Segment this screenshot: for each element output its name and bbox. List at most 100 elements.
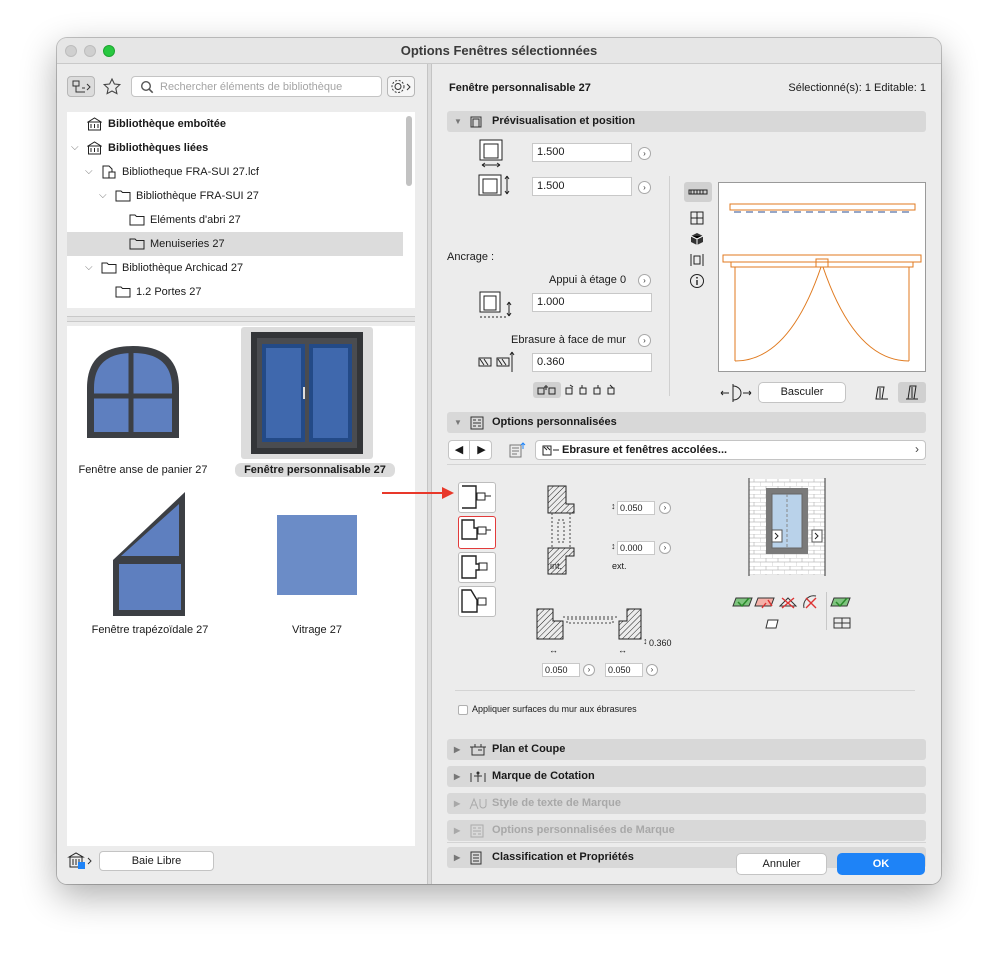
next-page-button[interactable]: ▶ (471, 441, 492, 459)
width-options-button[interactable]: › (638, 147, 651, 160)
element-name: Fenêtre personnalisable 27 (449, 82, 591, 94)
library-thumbnails: Fenêtre anse de panier 27 Fenêtre person… (67, 326, 415, 846)
page-nav: ◀ ▶ (448, 440, 492, 460)
triangle-right-icon: ▶ (454, 799, 461, 808)
arrow-leftright-icon: ↔ (549, 645, 558, 655)
tree-scrollbar[interactable] (406, 116, 412, 186)
library-file-icon (102, 165, 116, 179)
zoom-window-button[interactable] (103, 45, 115, 57)
reveal-reference-button[interactable]: › (638, 334, 651, 347)
reveal-type-splayed-button[interactable] (458, 586, 496, 617)
info-icon[interactable] (689, 273, 705, 289)
window-surface-icons[interactable] (830, 594, 854, 632)
3d-view-icon[interactable] (689, 231, 705, 247)
chevron-down-icon[interactable]: ⌵ (85, 256, 93, 280)
anchor-mode-icons[interactable] (563, 382, 621, 398)
tree-item[interactable]: ⌵ Bibliothèque Archicad 27 (67, 256, 403, 280)
section-view-icon[interactable] (689, 252, 705, 268)
left-width-field[interactable]: 0.050 (542, 663, 580, 677)
reveal-depth-field[interactable]: 0.360 (532, 353, 652, 372)
selection-info: Sélectionné(s): 1 Editable: 1 (788, 82, 926, 94)
classification-icon (470, 851, 482, 865)
arrow-updown-icon: ↕ (611, 541, 616, 551)
view-plan-button[interactable] (684, 182, 712, 202)
exterior-label: ext. (612, 561, 627, 571)
height-field[interactable]: 1.500 (532, 177, 632, 196)
library-settings-button[interactable] (387, 76, 415, 97)
sill-height-field[interactable]: 1.000 (532, 293, 652, 312)
library-search-input[interactable]: Rechercher éléments de bibliothèque (131, 76, 382, 97)
ok-button[interactable]: OK (837, 853, 925, 875)
chevron-down-icon[interactable]: ⌵ (85, 160, 93, 184)
chevron-down-icon[interactable]: ⌵ (99, 184, 107, 208)
section-header-marker-text-style[interactable]: ▶ Style de texte de Marque (447, 793, 926, 814)
search-placeholder: Rechercher éléments de bibliothèque (160, 81, 343, 93)
page-favorites-icon[interactable] (508, 441, 528, 459)
library-building-icon (87, 117, 102, 131)
section-header-custom-options[interactable]: ▼ Options personnalisées (447, 412, 926, 433)
anchor-mode-button-active[interactable] (533, 382, 561, 398)
tree-item[interactable]: ⌵ Bibliotheque FRA-SUI 27.lcf (67, 160, 403, 184)
story-reference-button[interactable]: › (638, 274, 651, 287)
section-header-marker-custom-options[interactable]: ▶ Options personnalisées de Marque (447, 820, 926, 841)
reveal-type-double-rebate-button[interactable] (458, 552, 496, 583)
options-page-selector[interactable]: Ebrasure et fenêtres accolées... › (535, 440, 926, 460)
thumbnail-trapezoid-window[interactable] (111, 490, 187, 616)
triangle-right-icon: ▶ (454, 853, 461, 862)
tree-item-selected[interactable]: Menuiseries 27 (67, 232, 403, 256)
library-view-button[interactable] (67, 76, 95, 97)
opening-side-left-icon[interactable] (873, 384, 891, 402)
library-manager-button[interactable] (67, 850, 95, 872)
divider (826, 592, 827, 630)
thumbnail-basket-arch-window[interactable] (81, 340, 185, 442)
close-window-button[interactable] (65, 45, 77, 57)
footer-divider (447, 842, 926, 843)
tree-item[interactable]: ⌵ Bibliothèque FRA-SUI 27 (67, 184, 403, 208)
elevation-view-icon[interactable] (689, 210, 705, 226)
triangle-right-icon: ▶ (454, 826, 461, 835)
previous-page-button[interactable]: ◀ (449, 441, 470, 459)
right-width-field[interactable]: 0.050 (605, 663, 643, 677)
reveal-type-rebate-button-selected[interactable] (458, 516, 496, 549)
reveal-double-rebate-icon (461, 555, 488, 579)
thumbnail-glazing[interactable] (277, 515, 357, 595)
tree-item[interactable]: Eléments d'abri 27 (67, 208, 403, 232)
minimize-window-button[interactable] (84, 45, 96, 57)
chevron-right-icon: › (915, 442, 919, 456)
section-header-preview[interactable]: ▼ Prévisualisation et position (447, 111, 926, 132)
tree-item[interactable]: Bibliothèque emboîtée (67, 112, 403, 136)
apply-wall-surfaces-checkbox[interactable] (458, 705, 468, 715)
pane-splitter[interactable] (67, 316, 415, 322)
section-header-plan-section[interactable]: ▶ Plan et Coupe (447, 739, 926, 760)
cancel-button[interactable]: Annuler (736, 853, 827, 875)
height-icon (478, 174, 510, 196)
divider (669, 176, 670, 396)
folder-icon (129, 238, 145, 250)
free-opening-button[interactable]: Baie Libre (99, 851, 214, 871)
folder-icon (115, 190, 131, 202)
flip-button[interactable]: Basculer (758, 382, 846, 403)
chevron-down-icon[interactable]: ⌵ (71, 136, 79, 160)
tree-item[interactable]: 1.2 Portes 27 (67, 280, 403, 304)
favorites-button[interactable] (101, 76, 123, 97)
top-reveal-button[interactable]: › (659, 502, 671, 514)
thumbnail-custom-window-selected[interactable] (241, 327, 373, 459)
section-header-dimension-marker[interactable]: ▶ Marque de Cotation (447, 766, 926, 787)
opening-side-right-button[interactable] (898, 382, 926, 403)
right-width-button[interactable]: › (646, 664, 658, 676)
left-width-button[interactable]: › (583, 664, 595, 676)
gear-icon (391, 80, 411, 93)
interior-label: int. (550, 561, 563, 571)
reveal-type-straight-button[interactable] (458, 482, 496, 513)
top-reveal-field[interactable]: 0.050 (617, 501, 655, 515)
reveal-page-icon (542, 445, 559, 456)
bottom-reveal-button[interactable]: › (659, 542, 671, 554)
reveal-straight-icon (462, 485, 491, 509)
bottom-reveal-field[interactable]: 0.000 (617, 541, 655, 555)
tree-item[interactable]: ⌵ Bibliothèques liées (67, 136, 403, 160)
height-options-button[interactable]: › (638, 181, 651, 194)
width-field[interactable]: 1.500 (532, 143, 632, 162)
reveal-splayed-icon (461, 589, 487, 613)
plan-view-icon (688, 189, 708, 195)
arrow-updown-icon: ↕ (643, 636, 648, 646)
